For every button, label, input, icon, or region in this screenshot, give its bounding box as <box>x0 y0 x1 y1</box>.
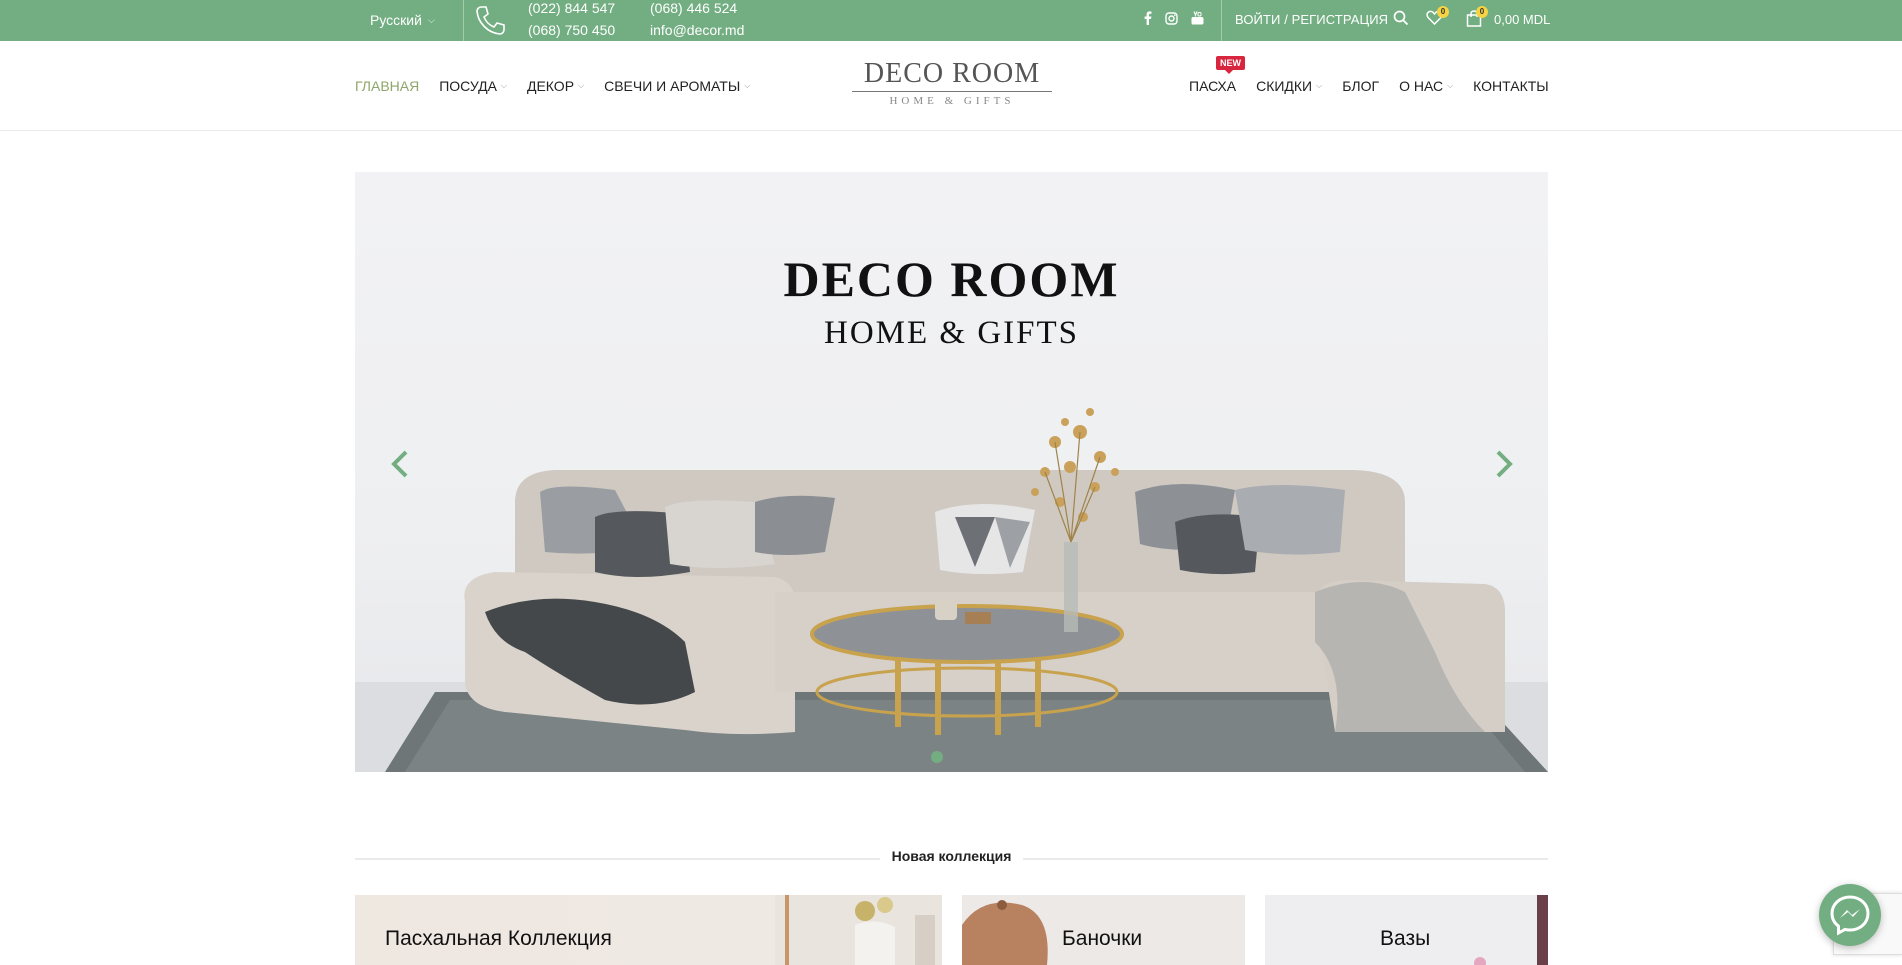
wishlist-button[interactable]: 0 <box>1426 6 1449 29</box>
language-selector[interactable]: Русский ⌵ <box>370 12 435 28</box>
nav-item-label: СКИДКИ <box>1256 78 1313 94</box>
phone-list-2: (068) 446 524 info@decor.md <box>650 0 744 41</box>
slider-prev-button[interactable] <box>382 444 422 484</box>
slider-dot[interactable] <box>931 751 943 763</box>
collection-label: Баночки <box>1062 927 1143 950</box>
nav-item-sale[interactable]: СКИДКИ ⌵ <box>1256 78 1322 94</box>
nav-item-about[interactable]: О НАС ⌵ <box>1399 78 1453 94</box>
chevron-down-icon: ⌵ <box>500 81 507 90</box>
collection-label: Пасхальная Коллекция <box>385 927 612 950</box>
nav-item-decor[interactable]: ДЕКОР ⌵ <box>527 78 584 94</box>
facebook-icon[interactable] <box>1144 11 1152 25</box>
nav-item-label: ГЛАВНАЯ <box>355 78 420 94</box>
cart-count-badge: 0 <box>1476 6 1488 18</box>
chevron-down-icon: ⌵ <box>1316 81 1323 90</box>
nav-item-label: БЛОГ <box>1342 78 1380 94</box>
chevron-down-icon: ⌵ <box>578 81 585 90</box>
chevron-down-icon: ⌵ <box>427 14 435 25</box>
chevron-right-icon <box>1496 450 1513 478</box>
language-label: Русский <box>370 12 422 28</box>
main-header: ГЛАВНАЯ ПОСУДА ⌵ ДЕКОР ⌵ СВЕЧИ И АРОМАТЫ ⌵ … <box>0 41 1902 131</box>
wishlist-count-badge: 0 <box>1437 6 1449 18</box>
hero-slider: DECO ROOM HOME & GIFTS <box>355 172 1548 772</box>
search-button[interactable] <box>1393 10 1409 29</box>
logo-subtitle: HOME & GIFTS <box>889 95 1015 107</box>
phone-number[interactable]: (068) 446 524 <box>650 0 744 19</box>
logo-divider <box>852 91 1052 92</box>
nav-item-label: ПОСУДА <box>439 78 497 94</box>
logo-title: DECO ROOM <box>863 58 1041 89</box>
nav-item-contacts[interactable]: КОНТАКТЫ <box>1473 78 1549 94</box>
chevron-down-icon: ⌵ <box>1447 81 1454 90</box>
chevron-down-icon: ⌵ <box>744 81 751 90</box>
main-nav-left: ГЛАВНАЯ ПОСУДА ⌵ ДЕКОР ⌵ СВЕЧИ И АРОМАТЫ ⌵ <box>355 78 750 94</box>
nav-item-easter[interactable]: NEW ПАСХА <box>1189 56 1245 94</box>
phone-number[interactable]: (022) 844 547 <box>528 0 615 19</box>
login-register-link[interactable]: ВОЙТИ / РЕГИСТРАЦИЯ <box>1235 12 1388 27</box>
collection-card-easter[interactable]: Пасхальная Коллекция <box>355 895 942 965</box>
phone-number[interactable]: (068) 750 450 <box>528 19 615 41</box>
phone-list-1: (022) 844 547 (068) 750 450 <box>528 0 615 41</box>
top-bar: Русский ⌵ (022) 844 547 (068) 750 450 (0… <box>0 0 1902 41</box>
topbar-divider <box>1221 0 1222 41</box>
hero-subtitle: HOME & GIFTS <box>823 315 1080 351</box>
instagram-icon[interactable] <box>1165 11 1178 25</box>
messenger-icon <box>1830 895 1870 936</box>
search-icon <box>1393 10 1409 26</box>
topbar-divider <box>463 0 464 41</box>
phone-icon <box>476 6 505 35</box>
nav-item-tableware[interactable]: ПОСУДА ⌵ <box>439 78 507 94</box>
section-header: Новая коллекция <box>355 848 1548 868</box>
nav-item-blog[interactable]: БЛОГ <box>1342 78 1379 94</box>
email-link[interactable]: info@decor.md <box>650 19 744 41</box>
new-badge: NEW <box>1216 56 1245 74</box>
site-logo[interactable]: DECO ROOM HOME & GIFTS <box>852 59 1052 107</box>
collection-card-vases[interactable]: Вазы <box>1265 895 1548 965</box>
youtube-icon[interactable] <box>1191 11 1204 25</box>
messenger-chat-button[interactable] <box>1819 884 1881 946</box>
slider-next-button[interactable] <box>1482 444 1522 484</box>
cart-total[interactable]: 0,00 MDL <box>1494 12 1550 27</box>
nav-item-home[interactable]: ГЛАВНАЯ <box>355 78 419 94</box>
collection-label: Вазы <box>1380 927 1431 950</box>
nav-item-label: ПАСХА <box>1189 78 1237 94</box>
main-nav-right: NEW ПАСХА СКИДКИ ⌵ БЛОГ О НАС ⌵ КОНТАКТЫ <box>1189 56 1549 94</box>
nav-item-label: СВЕЧИ И АРОМАТЫ <box>604 78 741 94</box>
collection-card-jars[interactable]: Баночки <box>962 895 1245 965</box>
nav-item-candles[interactable]: СВЕЧИ И АРОМАТЫ ⌵ <box>604 78 750 94</box>
chevron-left-icon <box>391 450 408 478</box>
section-title: Новая коллекция <box>879 848 1024 864</box>
hero-title: DECO ROOM <box>783 251 1120 307</box>
social-links <box>1144 11 1204 25</box>
cart-button[interactable]: 0 <box>1466 6 1488 30</box>
nav-item-label: О НАС <box>1399 78 1444 94</box>
nav-item-label: ДЕКОР <box>526 78 575 94</box>
nav-item-label: КОНТАКТЫ <box>1473 78 1549 94</box>
